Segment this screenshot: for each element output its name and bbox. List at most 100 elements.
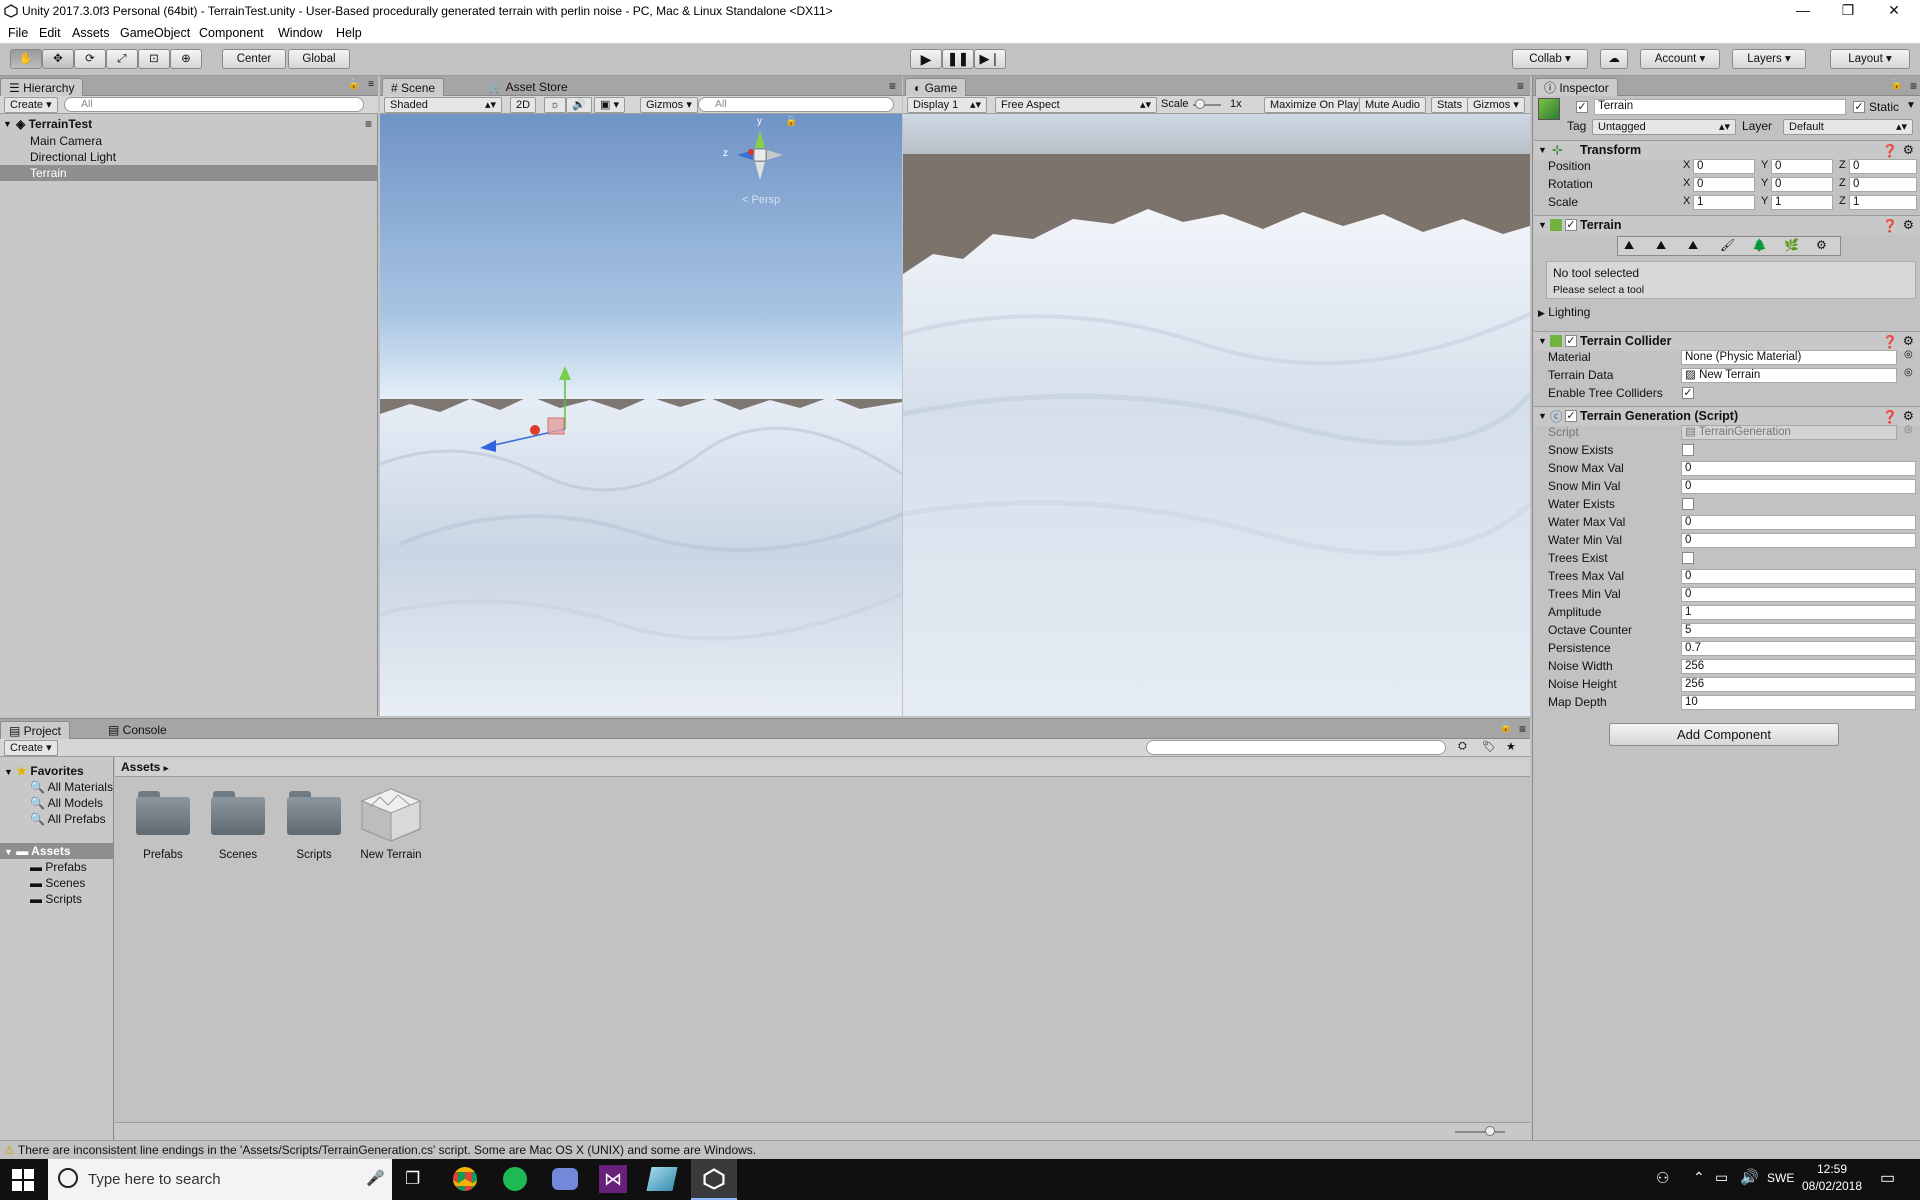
transform-z-field[interactable]: 0 (1849, 177, 1917, 192)
menu-gameobject[interactable]: GameObject (120, 26, 190, 40)
minimize-icon[interactable]: — (1793, 2, 1813, 20)
transform-y-field[interactable]: 1 (1771, 195, 1833, 210)
layers-dropdown[interactable]: Layers ▾ (1732, 49, 1806, 69)
hand-tool-icon[interactable]: ✋ (10, 49, 42, 69)
transform-x-field[interactable]: 0 (1693, 177, 1755, 192)
script-number-field[interactable]: 256 (1681, 677, 1916, 692)
audio-toggle-icon[interactable]: 🔊 (566, 97, 592, 113)
panel-menu-icon[interactable]: ≡ (368, 79, 374, 90)
projection-label[interactable]: < Persp (742, 194, 780, 206)
transform-z-field[interactable]: 0 (1849, 159, 1917, 174)
tab-game[interactable]: ◐ Game (905, 78, 967, 96)
object-picker-icon[interactable]: ◎ (1904, 367, 1913, 378)
project-search-input[interactable] (1146, 740, 1446, 755)
place-trees-icon[interactable]: 🌲 (1752, 238, 1767, 252)
network-icon[interactable]: ▭ (1715, 1169, 1728, 1186)
menu-edit[interactable]: Edit (39, 26, 61, 40)
settings-gear-icon[interactable]: ⚙ (1903, 332, 1914, 350)
folder-icon[interactable] (287, 791, 341, 835)
panel-menu-icon[interactable]: ≡ (1519, 722, 1526, 736)
transform-x-field[interactable]: 0 (1693, 159, 1755, 174)
settings-gear-icon[interactable]: ⚙ (1903, 407, 1914, 425)
asset-scripts-label[interactable]: Scripts (274, 849, 354, 861)
menu-assets[interactable]: Assets (72, 26, 110, 40)
foldout-arrow-icon[interactable]: ▼ (1538, 332, 1547, 350)
scene-viewport[interactable]: y z 🔒 < Persp (380, 114, 902, 716)
breadcrumb-assets[interactable]: Assets (121, 760, 160, 774)
aspect-dropdown[interactable]: Free Aspect ▴▾ (995, 97, 1157, 113)
settings-gear-icon[interactable]: ⚙ (1903, 216, 1914, 234)
play-button[interactable]: ▶ (910, 49, 942, 69)
transform-y-field[interactable]: 0 (1771, 177, 1833, 192)
lock-icon[interactable]: 🔒 (1500, 722, 1512, 733)
transform-y-field[interactable]: 0 (1771, 159, 1833, 174)
unity-taskbar-button[interactable] (691, 1159, 737, 1200)
visual-studio-icon[interactable]: ⋈ (599, 1165, 627, 1193)
icon-size-slider-thumb[interactable] (1485, 1126, 1495, 1136)
folder-icon[interactable] (211, 791, 265, 835)
assets-root-item[interactable]: ▼ ▬ Assets (0, 843, 114, 859)
material-field[interactable]: None (Physic Material) (1681, 350, 1897, 365)
menu-file[interactable]: File (8, 26, 28, 40)
script-number-field[interactable]: 256 (1681, 659, 1916, 674)
tab-asset-store[interactable]: 🛒 Asset Store (480, 78, 576, 96)
terrain-enabled-checkbox[interactable]: ✓ (1565, 219, 1577, 231)
help-icon[interactable]: ❓ (1882, 333, 1898, 351)
foldout-arrow-icon[interactable]: ▼ (1538, 141, 1547, 159)
script-number-field[interactable]: 0 (1681, 569, 1916, 584)
transform-z-field[interactable]: 1 (1849, 195, 1917, 210)
hierarchy-search-input[interactable]: All (64, 97, 364, 112)
volume-icon[interactable]: 🔊 (1740, 1168, 1759, 1186)
game-gizmos-dropdown[interactable]: Gizmos ▾ (1467, 97, 1525, 113)
tree-folder-scripts[interactable]: ▬ Scripts (30, 891, 82, 907)
tree-folder-scenes[interactable]: ▬ Scenes (30, 875, 85, 891)
asset-prefabs-label[interactable]: Prefabs (123, 849, 203, 861)
script-bool-checkbox[interactable] (1682, 444, 1694, 456)
favorite-all-prefabs[interactable]: 🔍 All Prefabs (30, 811, 106, 827)
favorites-header[interactable]: ▼ ★ Favorites (4, 763, 84, 779)
paint-texture-icon[interactable]: 🖌 (1720, 238, 1735, 252)
menu-window[interactable]: Window (278, 26, 322, 40)
script-number-field[interactable]: 0 (1681, 533, 1916, 548)
asset-scenes-label[interactable]: Scenes (198, 849, 278, 861)
task-view-icon[interactable]: ❐ (405, 1169, 420, 1189)
chrome-icon[interactable] (453, 1167, 477, 1191)
layer-dropdown[interactable]: Default ▴▾ (1783, 119, 1913, 135)
help-icon[interactable]: ❓ (1882, 142, 1898, 160)
favorite-all-models[interactable]: 🔍 All Models (30, 795, 103, 811)
lighting-foldout[interactable]: ▶ Lighting (1538, 305, 1590, 319)
paint-height-icon[interactable]: ⛰ (1656, 238, 1666, 253)
project-create-dropdown[interactable]: Create ▾ (4, 740, 58, 756)
tab-inspector[interactable]: ⓘ Inspector (1535, 78, 1618, 96)
scene-search-input[interactable]: All (698, 97, 894, 112)
layout-dropdown[interactable]: Layout ▾ (1830, 49, 1910, 69)
collider-enabled-checkbox[interactable]: ✓ (1565, 335, 1577, 347)
transform-component-header[interactable]: ▼ ⊹ Transform ❓ ⚙ (1534, 140, 1920, 160)
tab-project[interactable]: ▤ Project (0, 721, 71, 739)
paint-details-icon[interactable]: 🌿 (1784, 238, 1799, 252)
smooth-height-icon[interactable]: ⛰ (1688, 238, 1698, 253)
clock-date[interactable]: 08/02/2018 (1798, 1179, 1866, 1193)
hierarchy-item-terrain[interactable]: Terrain (0, 165, 378, 181)
pivot-center-button[interactable]: Center (222, 49, 286, 69)
scene-lock-icon[interactable]: 🔒 (785, 116, 797, 127)
close-icon[interactable]: ✕ (1884, 2, 1904, 20)
account-dropdown[interactable]: Account ▾ (1640, 49, 1720, 69)
static-dropdown-icon[interactable]: ▼ (1906, 100, 1916, 111)
script-number-field[interactable]: 0 (1681, 587, 1916, 602)
raise-terrain-icon[interactable]: ⛰ (1624, 238, 1634, 253)
space-global-button[interactable]: Global (288, 49, 350, 69)
script-number-field[interactable]: 0 (1681, 479, 1916, 494)
panel-menu-icon[interactable]: ≡ (1517, 79, 1524, 93)
scene-orientation-gizmo[interactable]: y z (723, 116, 795, 190)
people-icon[interactable]: ⚇ (1656, 1169, 1669, 1187)
transform-x-field[interactable]: 1 (1693, 195, 1755, 210)
tray-chevron-up-icon[interactable]: ⌃ (1693, 1169, 1705, 1186)
tab-console[interactable]: ▤ Console (100, 721, 175, 739)
object-active-checkbox[interactable]: ✓ (1576, 101, 1588, 113)
terrain-collider-header[interactable]: ▼ ✓ Terrain Collider ❓ ⚙ (1534, 331, 1920, 351)
scene-root[interactable]: ▼ ◈ TerrainTest ≡ (0, 116, 378, 132)
script-number-field[interactable]: 10 (1681, 695, 1916, 710)
clock-time[interactable]: 12:59 (1812, 1162, 1852, 1176)
script-number-field[interactable]: 0 (1681, 461, 1916, 476)
